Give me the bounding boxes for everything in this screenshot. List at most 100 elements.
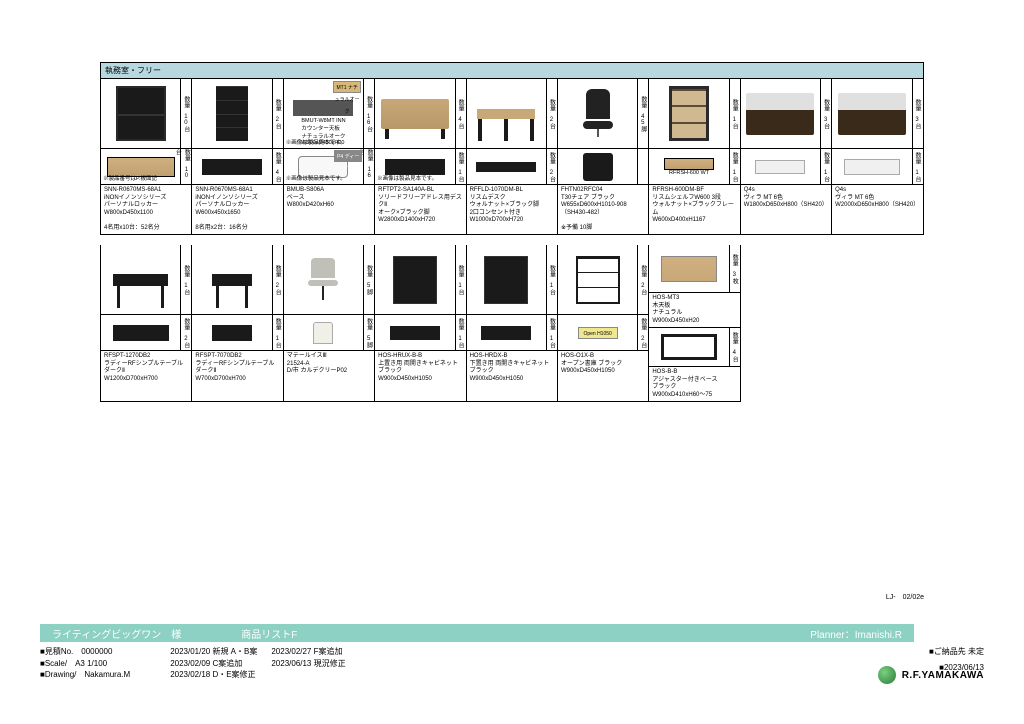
title-bar: ライティングビッグワン 様 商品リストF Planner：Imanishi.R (40, 624, 914, 642)
qty: 数量 10台 (180, 149, 191, 185)
shelf-icon (669, 86, 709, 141)
panel-icon (476, 162, 536, 172)
qty: 数量 1台 (820, 149, 831, 185)
chair-icon (305, 258, 341, 302)
product-cell: 数量 5脚 数量 5脚 マテールイスⅢ 21524-A D/市 カルデクリーP0… (284, 245, 375, 402)
qty: 数量 1台 (729, 149, 740, 185)
note: ※画像は製品見本です。 (286, 174, 346, 182)
qty: 数量 1台 (912, 149, 923, 185)
panel-icon (481, 326, 531, 340)
meta-row: ■見積No. 0000000 ■Scale/ A3 1/100 ■Drawing… (40, 646, 984, 680)
product-cell: 数量 1台 数量 1台 HOS-HRUX-B-B 上置き用 両開きキャビネット … (375, 245, 466, 402)
product-cell: 数量 45脚 FHTN02RFC04 T30チェア ブラック W655xD600… (558, 79, 649, 235)
qty: 数量 1台 (455, 149, 466, 185)
desc: RFRSH-600DM-BF リスムシェルフW600 3段 ウォルナット×ブラッ… (652, 187, 736, 225)
desc: Q4s ヴィラ MT 6色 W2000xD650xH800（SH420） (835, 187, 919, 210)
product-cell: 数量 2台 数量 2台 RFFLD-1070DM-BL リスムデスク ウォルナッ… (467, 79, 558, 235)
panel-icon (113, 325, 169, 341)
top-wood-icon (661, 256, 717, 282)
panel-icon (385, 159, 445, 175)
delivery: ■ご納品先 未定 (929, 646, 984, 657)
qty: 数量 2台 (546, 79, 557, 149)
cabinet-icon (393, 256, 437, 304)
panel-icon (664, 158, 714, 170)
note: ※製品番号はP.板面記 (103, 174, 157, 182)
qty: 数量 4台 (729, 328, 740, 367)
note: ※画像は製品見本です。 (377, 174, 437, 182)
product-cell: MT1 ナチュラルオーク BMUT-W8MT INN カウンター天板 ナチュラル… (284, 79, 375, 235)
meta-revisions-1: 2023/01/20 新規 A・B案 2023/02/09 C案追加 2023/… (170, 646, 257, 680)
desc: FHTN02RFC04 T30チェア ブラック W655xD600xH1010-… (561, 187, 645, 232)
product-cell: 数量 2台 Open H1050 数量 2台 HOS-O1X-B オープン書庫 ブ… (558, 245, 649, 402)
product-cell: 数量 2台 数量 4台 SNN-R0670MS-68A1 iNONイノンソシリー… (192, 79, 283, 235)
caption: RFRSH-600 WT (669, 170, 709, 176)
qty: 数量 2台 (637, 245, 648, 315)
tag: Open H1050 (578, 327, 618, 339)
product-cell: 数量 3台 数量 1台 Q4s ヴィラ MT 6色 W2000xD650xH80… (832, 79, 923, 235)
qty: 数量 1台 (455, 245, 466, 315)
qty: 数量 2台 (272, 79, 283, 149)
desc: BMUB-S806A ベース W800xD420xH60 (287, 187, 371, 210)
locker-icon (116, 86, 166, 141)
desc: HOS-HRUX-B-B 上置き用 両開きキャビネット ブラック W900xD4… (378, 353, 462, 383)
panel-icon (390, 326, 440, 340)
page-number: LJ- 02/02e (886, 592, 924, 602)
product-cell: 数量 3枚 HOS-MT3 木天板 ナチュラル W900xD450xH20 数量… (649, 245, 740, 402)
qty: 数量 2台 (546, 149, 557, 185)
qty: 数量 2台 (637, 315, 648, 351)
panel-icon (202, 159, 262, 175)
table-icon (113, 274, 168, 286)
product-cell: 数量 1台 数量 2台 RFSPT-1270DB2 ラディーRFシンプルテーブル… (101, 245, 192, 402)
qty: 数量 3枚 (729, 245, 740, 293)
qty: 数量 1台 (546, 245, 557, 315)
planner-name: Imanishi.R (855, 630, 902, 641)
planner-label: Planner： (810, 630, 854, 641)
note: ※画像は製品見本です。 (286, 138, 346, 146)
qty: 数量 5脚 (363, 315, 374, 351)
panel-icon (212, 325, 252, 341)
qty: 数量 1台 (455, 315, 466, 351)
product-row-2: 数量 1台 数量 2台 RFSPT-1270DB2 ラディーRFシンプルテーブル… (100, 245, 924, 402)
sofa-icon (838, 93, 906, 135)
brand-logo: R.F.YAMAKAWA (878, 666, 984, 684)
product-cell: 数量 1台 RFRSH-600 WT 数量 1台 RFRSH-600DM-BF リ… (649, 79, 740, 235)
qty: 数量 16台 (363, 149, 374, 185)
qty: 数量 4台 (272, 149, 283, 185)
cabinet-icon (484, 256, 528, 304)
table-icon (212, 274, 252, 286)
product-cell: 数量 2台 数量 1台 RFSPT-7070DB2 ラディーRFシンプルテーブル… (192, 245, 283, 402)
product-row-1: 数量 10台 ※製品番号はP.板面記 数量 10台 SNN-R0670MS-68… (100, 79, 924, 235)
desc: RFTPT2-SA140A-BL ソリードフリーアドレス用デスクⅡ オーク×ブラ… (378, 187, 462, 225)
qty: 数量 1台 (729, 79, 740, 149)
product-cell: 数量 10台 ※製品番号はP.板面記 数量 10台 SNN-R0670MS-68… (101, 79, 192, 235)
meta-left: ■見積No. 0000000 ■Scale/ A3 1/100 ■Drawing… (40, 646, 130, 680)
qty: 数量 2台 (180, 315, 191, 351)
qty: 数量 4台 (455, 79, 466, 149)
desc: SNN-R0670MS-68A1 iNONイノンソシリーズ パーソナルロッカー … (195, 187, 279, 232)
sofa-icon (746, 93, 814, 135)
desc: Q4s ヴィラ MT 6色 W1800xD650xH800（SH420） (744, 187, 828, 210)
sofa-side-icon (844, 159, 900, 175)
desc: RFSPT-1270DB2 ラディーRFシンプルテーブル ダークⅡ W1200x… (104, 353, 188, 383)
logo-icon (878, 666, 896, 684)
frame-base-icon (661, 334, 717, 360)
chip: MT1 ナチュラルオーク (333, 81, 361, 93)
chair-top-icon (313, 322, 333, 344)
brand-text: R.F.YAMAKAWA (902, 670, 984, 681)
product-cell: 数量 4台 ※画像は製品見本です。 数量 1台 RFTPT2-SA140A-BL … (375, 79, 466, 235)
desk-icon (477, 109, 535, 119)
desc: HOS-B-B アジャスター付きベース ブラック W900xD410xH60～7… (652, 369, 736, 399)
sofa-side-icon (755, 160, 805, 174)
qty (637, 149, 648, 185)
qty: 数量 2台 (272, 245, 283, 315)
cabinet-open-icon (576, 256, 620, 304)
qty: 数量 16台 (363, 79, 374, 149)
chair-icon (578, 89, 618, 139)
qty: 数量 3台 (820, 79, 831, 149)
grill-icon (583, 153, 613, 181)
qty: 数量 1台 (272, 315, 283, 351)
desc: HOS-MT3 木天板 ナチュラル W900xD450xH20 (652, 295, 736, 325)
doc-title: 商品リストF (241, 626, 297, 641)
desc: HOS-O1X-B オープン書庫 ブラック W900xD450xH1050 (561, 353, 645, 376)
desc: SNN-R0670MS-68A1 iNONイノンソシリーズ パーソナルロッカー … (104, 187, 188, 232)
